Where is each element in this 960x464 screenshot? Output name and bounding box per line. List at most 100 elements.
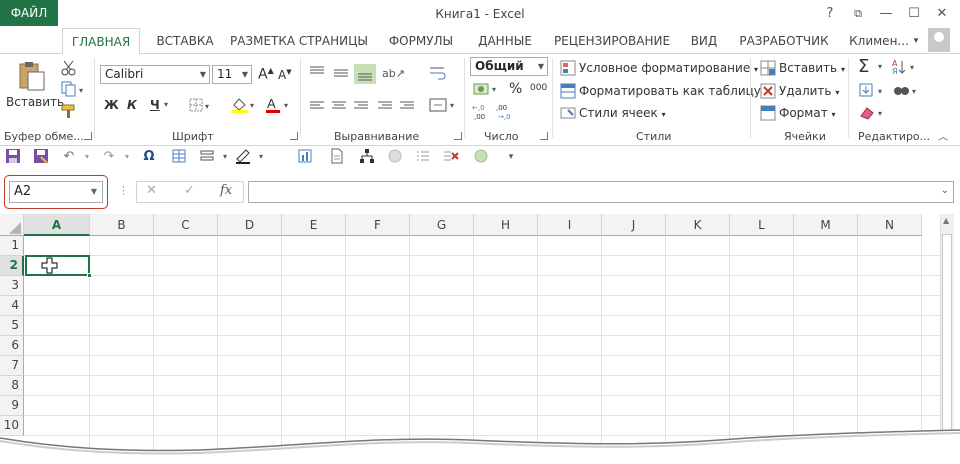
minimize-button[interactable]: — <box>874 4 898 24</box>
fill-icon[interactable]: ▾ <box>858 82 886 100</box>
row-header-1[interactable]: 1 <box>0 236 24 256</box>
form-fields-icon[interactable] <box>198 148 216 166</box>
circle-green-icon[interactable] <box>472 148 490 166</box>
pen-color-chevron-down-icon[interactable]: ▾ <box>252 148 270 166</box>
currency-format-icon[interactable]: ▾ <box>472 80 500 98</box>
font-launcher-icon[interactable] <box>290 132 298 140</box>
pen-color-icon[interactable] <box>234 148 252 166</box>
column-header-l[interactable]: L <box>730 214 794 236</box>
column-header-e[interactable]: E <box>282 214 346 236</box>
tab-home[interactable]: ГЛАВНАЯ <box>62 28 140 55</box>
autosum-chevron-down-icon[interactable]: ▾ <box>878 62 882 71</box>
wrap-text-icon[interactable] <box>428 64 448 82</box>
column-header-c[interactable]: C <box>154 214 218 236</box>
sort-filter-icon[interactable]: А Я ▾ <box>892 58 920 76</box>
tab-file[interactable]: ФАЙЛ <box>0 0 58 26</box>
column-header-b[interactable]: B <box>90 214 154 236</box>
conditional-formatting-button[interactable]: Условное форматирование ▾ <box>579 61 758 75</box>
row-header-8[interactable]: 8 <box>0 376 24 396</box>
tab-developer[interactable]: РАЗРАБОТЧИК <box>734 28 834 54</box>
column-header-k[interactable]: K <box>666 214 730 236</box>
alignment-launcher-icon[interactable] <box>454 132 462 140</box>
customize-qat-chevron-down-icon[interactable]: ▾ <box>502 148 520 166</box>
insert-cells-button[interactable]: Вставить ▾ <box>779 61 845 75</box>
row-header-2[interactable]: 2 <box>0 256 24 276</box>
clipboard-launcher-icon[interactable] <box>84 132 92 140</box>
delete-cells-button[interactable]: Удалить ▾ <box>779 84 839 98</box>
tab-review[interactable]: РЕЦЕНЗИРОВАНИЕ <box>548 28 676 54</box>
format-cells-button[interactable]: Формат ▾ <box>779 106 836 120</box>
omega-symbol-icon[interactable]: Ω <box>140 148 158 166</box>
copy-icon[interactable]: ▾ <box>60 81 83 97</box>
column-header-a[interactable]: A <box>24 214 90 236</box>
undo-icon[interactable]: ↶ <box>60 148 78 166</box>
font-size-combo[interactable]: 11 ▼ <box>212 65 252 84</box>
scroll-thumb[interactable] <box>942 234 952 434</box>
select-all-corner[interactable] <box>0 214 24 236</box>
delete-list-icon[interactable] <box>442 148 460 166</box>
undo-chevron-down-icon[interactable]: ▾ <box>78 148 96 166</box>
name-box[interactable]: A2 ▼ <box>9 181 103 203</box>
row-header-5[interactable]: 5 <box>0 316 24 336</box>
tab-page-layout[interactable]: РАЗМЕТКА СТРАНИЦЫ <box>226 28 372 54</box>
row-header-9[interactable]: 9 <box>0 396 24 416</box>
save-as-icon[interactable] <box>32 148 50 166</box>
find-select-icon[interactable]: ▾ <box>892 82 920 100</box>
tab-formulas[interactable]: ФОРМУЛЫ <box>382 28 460 54</box>
clear-icon[interactable]: ▾ <box>858 104 886 122</box>
italic-button[interactable]: К <box>127 98 137 112</box>
column-header-h[interactable]: H <box>474 214 538 236</box>
fill-handle[interactable] <box>87 273 92 278</box>
user-avatar[interactable] <box>928 28 950 52</box>
percent-style-button[interactable]: % <box>509 81 522 97</box>
save-icon[interactable] <box>4 148 22 166</box>
column-header-d[interactable]: D <box>218 214 282 236</box>
merge-center-icon[interactable]: ▾ <box>428 96 458 114</box>
close-button[interactable]: ✕ <box>930 4 954 24</box>
format-as-table-button[interactable]: Форматировать как таблицу ▾ <box>579 84 769 98</box>
table-grid-icon[interactable] <box>170 148 188 166</box>
column-header-j[interactable]: J <box>602 214 666 236</box>
user-chevron-down-icon[interactable]: ▾ <box>910 28 922 54</box>
column-header-m[interactable]: M <box>794 214 858 236</box>
user-name[interactable]: Климен... <box>846 28 912 54</box>
font-color-icon[interactable]: A ▾ <box>264 96 292 114</box>
borders-icon[interactable]: ▾ <box>188 97 212 113</box>
autosum-button[interactable]: Σ <box>858 56 869 77</box>
formula-input[interactable]: ⌄ <box>248 181 954 203</box>
expand-formula-chevron-down-icon[interactable]: ⌄ <box>941 185 949 196</box>
decimal-buttons-icon[interactable]: ←,0,00,00 →,0 <box>472 102 520 122</box>
cut-icon[interactable] <box>60 60 78 76</box>
redo-chevron-down-icon[interactable]: ▾ <box>118 148 136 166</box>
maximize-button[interactable]: ☐ <box>902 4 926 24</box>
number-format-combo[interactable]: Общий ▼ <box>470 57 548 76</box>
row-header-7[interactable]: 7 <box>0 356 24 376</box>
help-button[interactable]: ? <box>818 4 842 24</box>
column-header-n[interactable]: N <box>858 214 922 236</box>
confirm-entry-icon[interactable]: ✓ <box>184 183 195 198</box>
column-header-f[interactable]: F <box>346 214 410 236</box>
column-header-g[interactable]: G <box>410 214 474 236</box>
bold-button[interactable]: Ж <box>104 98 119 112</box>
format-painter-icon[interactable] <box>60 103 78 119</box>
font-name-combo[interactable]: Calibri ▼ <box>100 65 210 84</box>
insert-function-icon[interactable]: fx <box>220 183 232 198</box>
ribbon-display-options-button[interactable]: ⧉ <box>846 4 870 24</box>
row-header-3[interactable]: 3 <box>0 276 24 296</box>
formula-bar-resize-handle[interactable]: ⋮ <box>118 184 129 197</box>
row-header-6[interactable]: 6 <box>0 336 24 356</box>
row-header-4[interactable]: 4 <box>0 296 24 316</box>
fill-color-icon[interactable]: ▾ <box>230 96 258 114</box>
list-icon[interactable] <box>414 148 432 166</box>
paste-icon[interactable] <box>14 60 46 92</box>
underline-button[interactable]: Ч <box>150 98 160 112</box>
form-fields-chevron-down-icon[interactable]: ▾ <box>216 148 234 166</box>
chart-insert-icon[interactable] <box>296 148 314 166</box>
cell-styles-button[interactable]: Стили ячеек ▾ <box>579 106 666 120</box>
tab-data[interactable]: ДАННЫЕ <box>470 28 540 54</box>
name-box-chevron-down-icon[interactable]: ▼ <box>91 182 97 202</box>
paste-button[interactable]: Вставить <box>6 95 64 109</box>
document-icon[interactable] <box>328 148 346 166</box>
redo-icon[interactable]: ↷ <box>100 148 118 166</box>
worksheet-grid[interactable] <box>0 214 940 464</box>
